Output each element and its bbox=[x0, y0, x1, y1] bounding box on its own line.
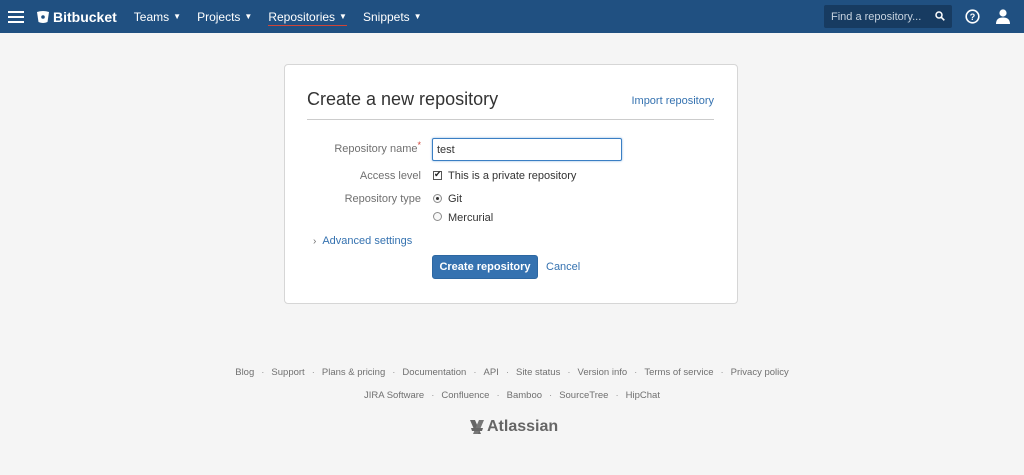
repository-type-label: Repository type bbox=[344, 193, 421, 205]
atlassian-brand-name: Atlassian bbox=[487, 418, 559, 435]
nav-repositories[interactable]: Repositories ▼ bbox=[268, 0, 347, 33]
footer-separator: · bbox=[261, 367, 265, 378]
git-radio[interactable] bbox=[433, 194, 442, 203]
footer-link-site-status[interactable]: Site status bbox=[516, 367, 560, 378]
menu-icon[interactable] bbox=[8, 10, 24, 23]
nav-repositories-label: Repositories bbox=[268, 9, 336, 24]
mercurial-radio[interactable] bbox=[433, 212, 442, 221]
atlassian-icon bbox=[470, 420, 484, 434]
footer-link-plans-pricing[interactable]: Plans & pricing bbox=[322, 367, 385, 378]
footer-link-terms[interactable]: Terms of service bbox=[644, 367, 713, 378]
footer-separator: · bbox=[615, 390, 619, 401]
chevron-right-icon: › bbox=[313, 235, 317, 247]
repository-search[interactable] bbox=[824, 5, 952, 28]
caret-down-icon: ▼ bbox=[413, 12, 422, 21]
required-marker: * bbox=[417, 140, 421, 150]
import-repository-link[interactable]: Import repository bbox=[631, 95, 714, 107]
bitbucket-logo[interactable]: Bitbucket bbox=[36, 9, 117, 25]
top-navigation-bar: Bitbucket Teams ▼ Projects ▼ Repositories ▼… bbox=[0, 0, 1024, 33]
create-repository-panel: Create a new repository Import repositor… bbox=[284, 64, 738, 304]
svg-text:?: ? bbox=[970, 12, 976, 22]
footer-separator: · bbox=[473, 367, 477, 378]
footer-separator: · bbox=[505, 367, 509, 378]
bitbucket-bucket-icon bbox=[37, 10, 49, 23]
help-icon[interactable]: ? bbox=[965, 9, 980, 24]
footer-link-documentation[interactable]: Documentation bbox=[402, 367, 466, 378]
advanced-settings-label: Advanced settings bbox=[322, 235, 413, 247]
repo-name-label-text: Repository name bbox=[334, 143, 418, 155]
repository-name-input[interactable] bbox=[432, 138, 622, 161]
private-repository-checkbox[interactable] bbox=[433, 169, 442, 180]
search-input[interactable] bbox=[831, 10, 927, 23]
footer-separator: · bbox=[311, 367, 315, 378]
footer-link-blog[interactable]: Blog bbox=[235, 367, 254, 378]
access-level-label: Access level bbox=[359, 170, 421, 182]
footer-separator: · bbox=[567, 367, 571, 378]
caret-down-icon: ▼ bbox=[244, 12, 253, 21]
atlassian-logo[interactable]: Atlassian bbox=[469, 418, 558, 436]
brand-name: Bitbucket bbox=[53, 8, 117, 25]
footer-link-confluence[interactable]: Confluence bbox=[441, 390, 489, 401]
footer-link-support[interactable]: Support bbox=[271, 367, 304, 378]
footer-link-hipchat[interactable]: HipChat bbox=[626, 390, 660, 401]
footer-links-products: JIRA Software · Confluence · Bamboo · Sourc… bbox=[0, 390, 1024, 401]
footer-links-primary: Blog · Support · Plans & pricing · Document… bbox=[0, 367, 1024, 378]
footer-link-version-info[interactable]: Version info bbox=[578, 367, 628, 378]
footer-separator: · bbox=[392, 367, 396, 378]
caret-down-icon: ▼ bbox=[339, 12, 347, 21]
mercurial-radio-label[interactable]: Mercurial bbox=[448, 212, 493, 224]
footer-separator: · bbox=[549, 390, 553, 401]
private-repository-label[interactable]: This is a private repository bbox=[448, 170, 576, 182]
footer-link-sourcetree[interactable]: SourceTree bbox=[559, 390, 608, 401]
nav-teams[interactable]: Teams ▼ bbox=[134, 0, 181, 33]
nav-snippets[interactable]: Snippets ▼ bbox=[363, 0, 422, 33]
create-repository-button[interactable]: Create repository bbox=[432, 255, 538, 279]
advanced-settings-toggle[interactable]: › Advanced settings bbox=[313, 235, 412, 247]
nav-projects[interactable]: Projects ▼ bbox=[197, 0, 252, 33]
nav-snippets-label: Snippets bbox=[362, 9, 410, 24]
search-icon[interactable] bbox=[935, 11, 945, 21]
footer-separator: · bbox=[634, 367, 638, 378]
title-divider bbox=[307, 119, 714, 120]
footer-link-bamboo[interactable]: Bamboo bbox=[507, 390, 542, 401]
user-avatar-icon[interactable] bbox=[994, 7, 1012, 25]
nav-projects-label: Projects bbox=[197, 9, 241, 24]
footer-link-api[interactable]: API bbox=[484, 367, 499, 378]
footer-link-jira[interactable]: JIRA Software bbox=[364, 390, 424, 401]
cancel-link[interactable]: Cancel bbox=[546, 261, 580, 273]
git-radio-label[interactable]: Git bbox=[448, 193, 462, 205]
nav-teams-label: Teams bbox=[133, 9, 170, 24]
footer-separator: · bbox=[720, 367, 724, 378]
footer-separator: · bbox=[496, 390, 500, 401]
caret-down-icon: ▼ bbox=[173, 12, 182, 21]
footer-link-privacy[interactable]: Privacy policy bbox=[731, 367, 789, 378]
repo-name-label: Repository name* bbox=[301, 140, 421, 155]
page-title: Create a new repository bbox=[307, 89, 499, 109]
footer-separator: · bbox=[431, 390, 435, 401]
